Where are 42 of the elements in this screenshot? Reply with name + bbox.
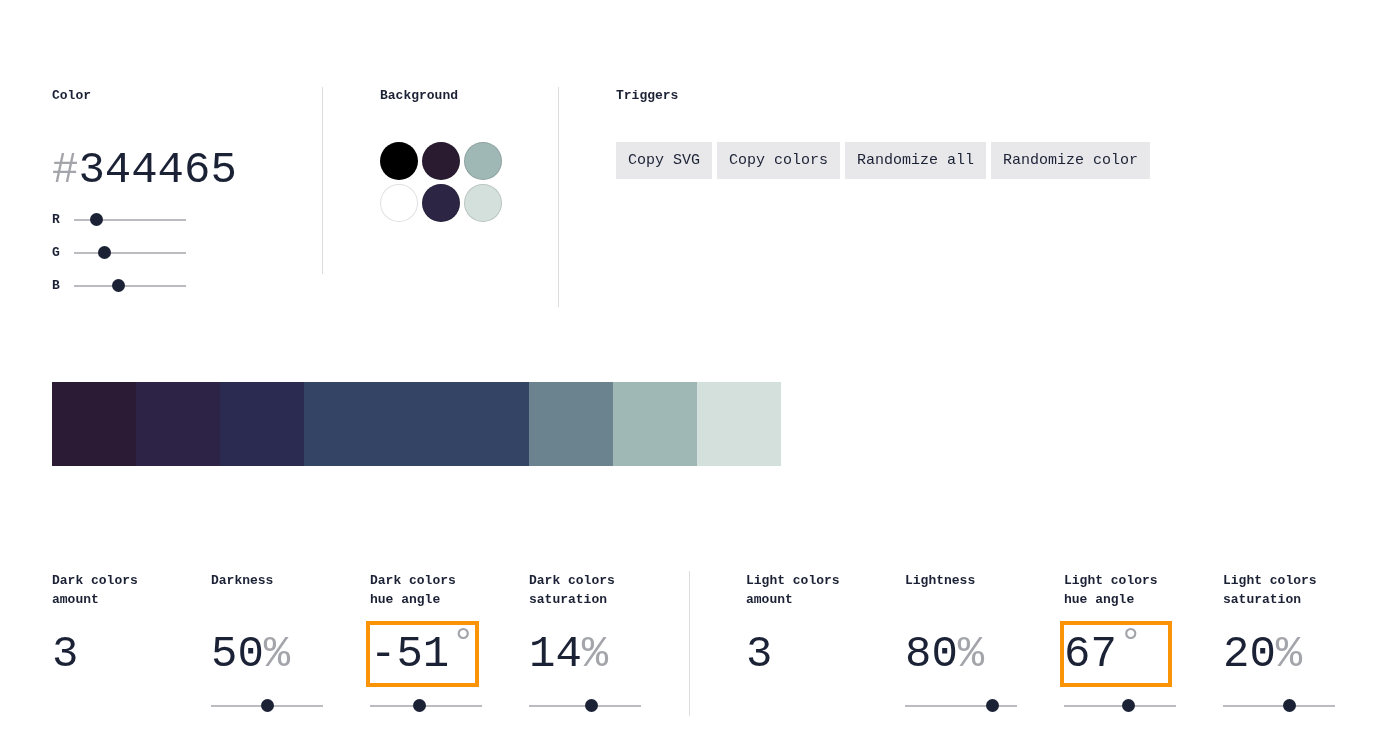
slider-thumb[interactable] (89, 213, 103, 226)
setting-value: 20% (1222, 628, 1304, 681)
background-swatch[interactable] (380, 184, 418, 222)
background-swatch[interactable] (422, 142, 460, 180)
slider-thumb[interactable] (260, 699, 274, 712)
hex-value[interactable]: #344465 (52, 145, 322, 195)
setting-value: 3 (51, 628, 80, 681)
background-swatch[interactable] (380, 142, 418, 180)
setting-label: Light colors amount (746, 572, 841, 609)
setting-label: Light colors hue angle (1064, 572, 1159, 609)
section-heading: Background (380, 87, 459, 105)
slider-thumb[interactable] (1122, 699, 1136, 712)
setting-label: Lightness (905, 572, 977, 590)
slider-thumb[interactable] (585, 699, 599, 712)
channel-label: R (52, 212, 61, 227)
setting-label: Dark colors hue angle (370, 572, 457, 609)
slider-thumb[interactable] (412, 699, 426, 712)
background-swatch[interactable] (464, 142, 502, 180)
setting-value: 67° (1060, 621, 1172, 687)
section-heading: Color (52, 87, 92, 105)
slider-thumb[interactable] (985, 699, 999, 712)
background-swatch[interactable] (422, 184, 460, 222)
setting-label: Light colors saturation (1223, 572, 1318, 609)
slider-thumb[interactable] (97, 246, 111, 259)
trigger-button[interactable]: Randomize color (991, 142, 1151, 179)
setting-label: Dark colors amount (52, 572, 139, 609)
background-swatch[interactable] (464, 184, 502, 222)
trigger-button[interactable]: Copy SVG (616, 142, 712, 179)
slider-thumb[interactable] (112, 279, 126, 292)
section-heading: Triggers (616, 87, 680, 105)
trigger-button[interactable]: Randomize all (845, 142, 987, 179)
setting-label: Darkness (211, 572, 275, 590)
setting-label: Dark colors saturation (529, 572, 616, 609)
setting-value: 50% (210, 628, 292, 681)
channel-label: G (52, 245, 61, 260)
setting-value: -51° (366, 621, 480, 687)
setting-value: 80% (904, 628, 986, 681)
channel-label: B (52, 278, 61, 293)
slider-thumb[interactable] (1282, 699, 1296, 712)
setting-value: 14% (528, 628, 610, 681)
setting-value: 3 (745, 628, 774, 681)
trigger-button[interactable]: Copy colors (717, 142, 841, 179)
